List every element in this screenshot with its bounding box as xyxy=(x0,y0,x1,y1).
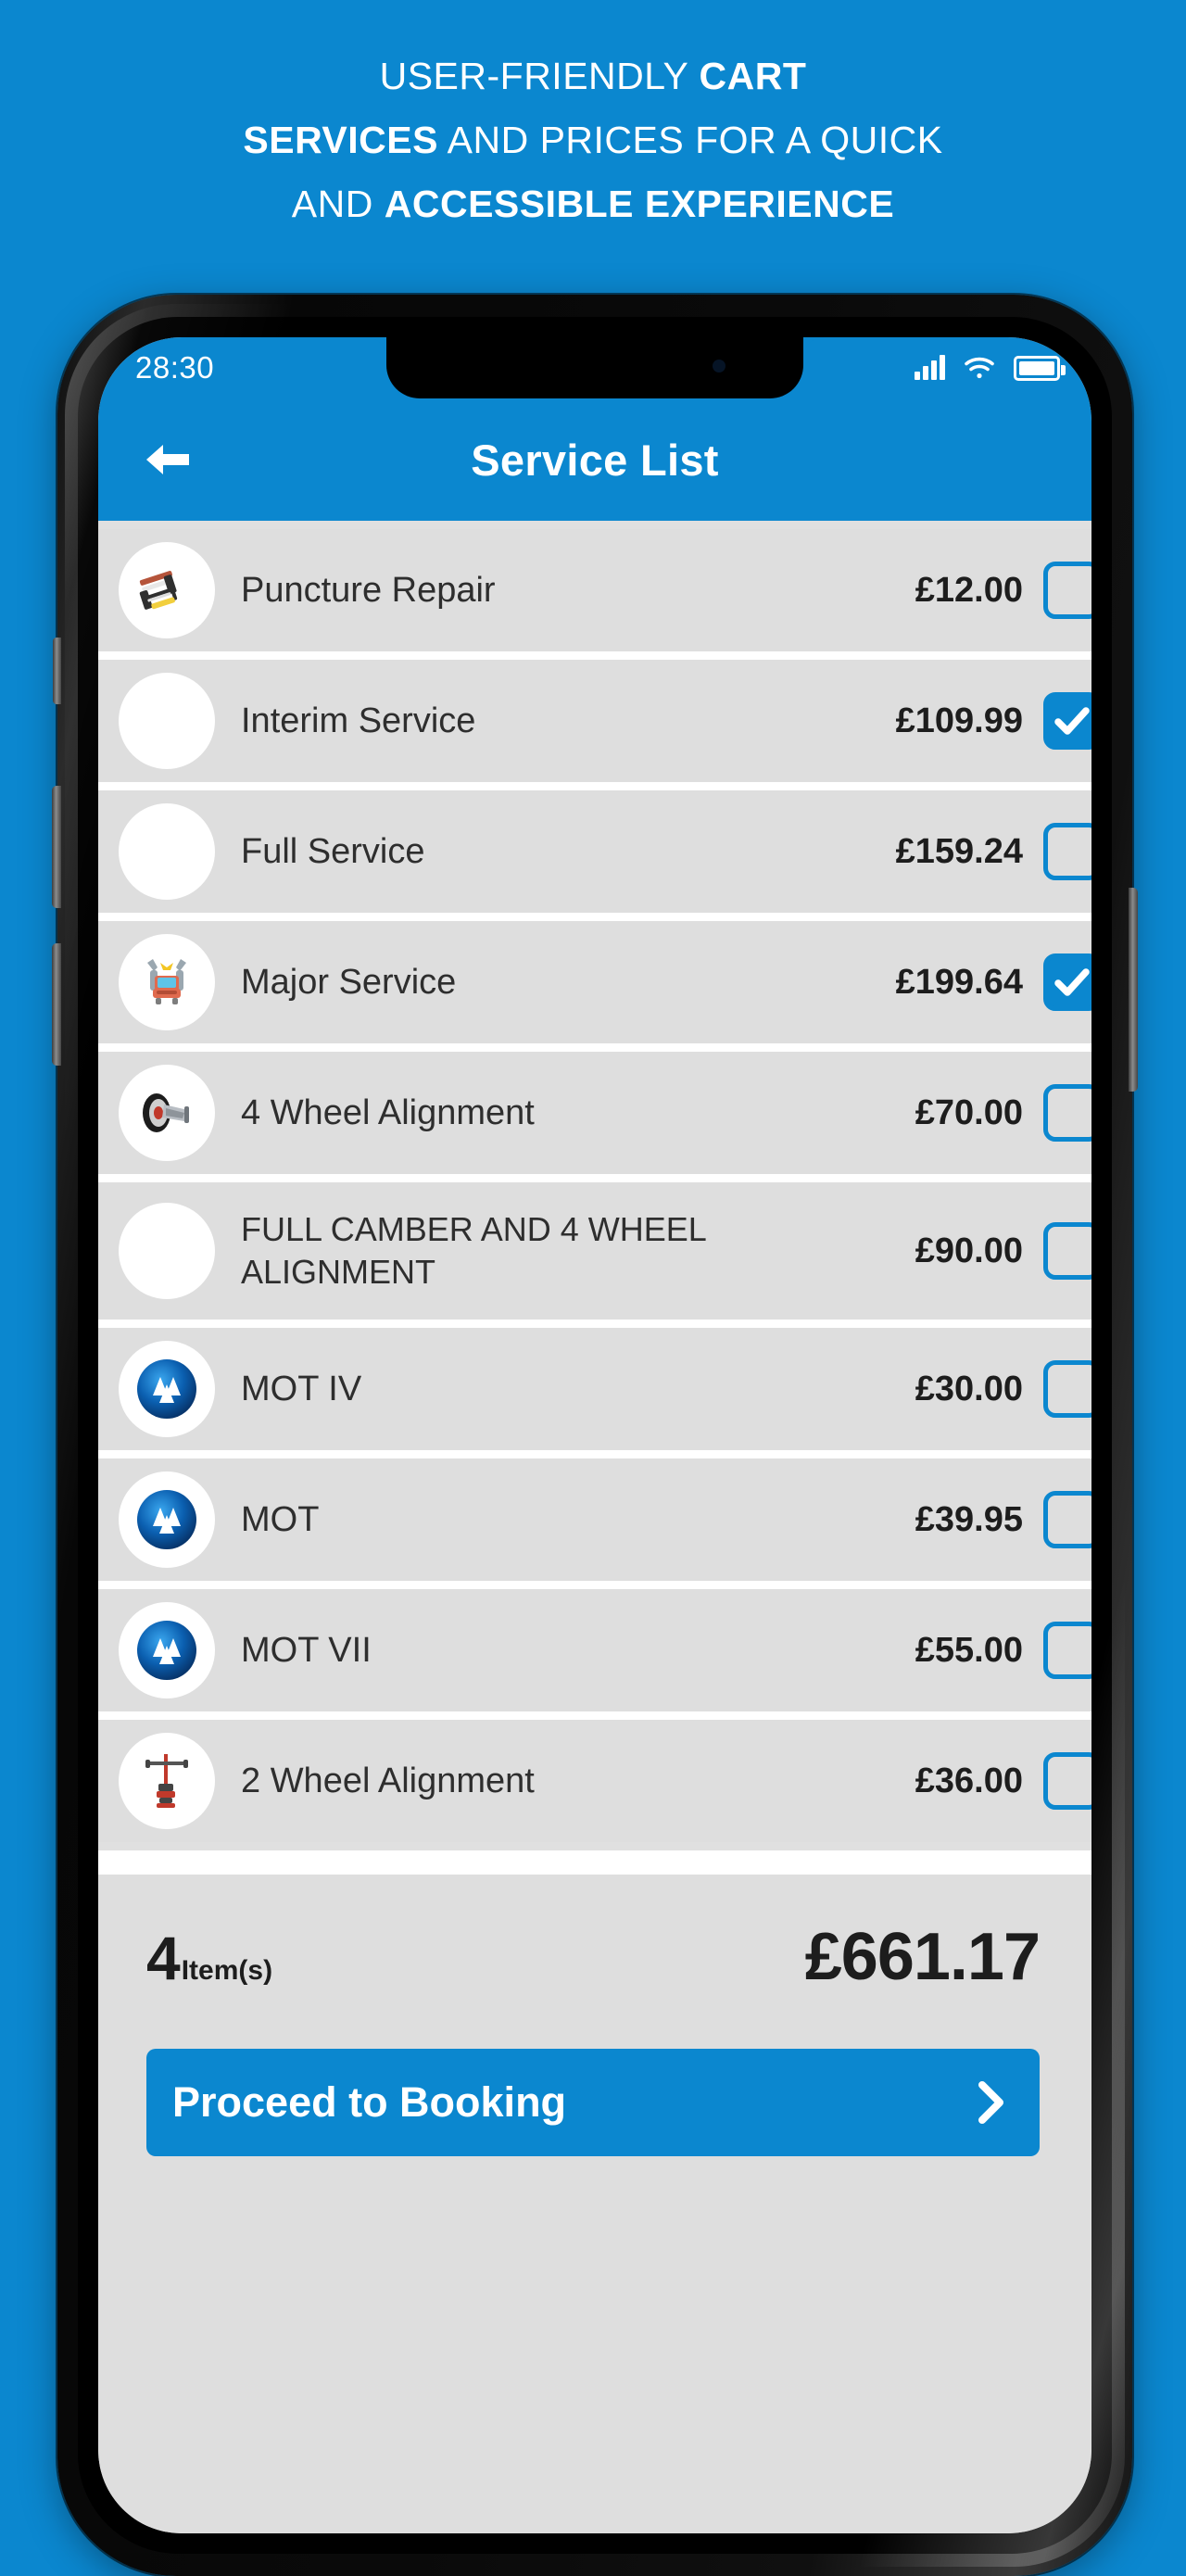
table-row[interactable]: MOT VII £55.00 xyxy=(98,1589,1091,1711)
promo-line-1-bold: CART xyxy=(699,55,807,97)
service-name: Interim Service xyxy=(241,701,476,740)
cart-totals: 4 Item(s) £661.17 xyxy=(98,1875,1091,1995)
service-price: £70.00 xyxy=(915,1092,1023,1132)
table-row[interactable]: Puncture Repair £12.00 xyxy=(98,529,1091,651)
grand-total: £661.17 xyxy=(804,1920,1041,1994)
item-count-group: 4 Item(s) xyxy=(146,1927,272,1989)
table-row[interactable]: Interim Service £109.99 xyxy=(98,660,1091,782)
service-name: Major Service xyxy=(241,963,457,1002)
service-checkbox[interactable] xyxy=(1043,1622,1091,1679)
service-name: MOT xyxy=(241,1500,320,1539)
puncture-repair-kit-icon xyxy=(119,542,215,638)
service-price: £12.00 xyxy=(915,570,1023,610)
service-checkbox[interactable] xyxy=(1043,1084,1091,1142)
mute-switch-button[interactable] xyxy=(53,638,61,704)
service-list[interactable]: Puncture Repair £12.00 Interim Service £… xyxy=(98,529,1091,1842)
list-footer-divider xyxy=(98,1850,1091,1875)
service-checkbox[interactable] xyxy=(1043,953,1091,1011)
mot-logo-icon xyxy=(119,1602,215,1698)
alignment-rig-icon xyxy=(119,1733,215,1829)
table-row[interactable]: 2 Wheel Alignment £36.00 xyxy=(98,1720,1091,1842)
promo-line-3-plain: AND xyxy=(291,183,385,225)
service-name: 4 Wheel Alignment xyxy=(241,1093,535,1132)
volume-down-button[interactable] xyxy=(52,943,61,1066)
service-checkbox[interactable] xyxy=(1043,692,1091,750)
table-row[interactable]: MOT IV £30.00 xyxy=(98,1328,1091,1450)
service-checkbox[interactable] xyxy=(1043,823,1091,880)
promo-line-2: SERVICES AND PRICES FOR A QUICK xyxy=(0,108,1186,172)
service-name: Puncture Repair xyxy=(241,571,496,610)
service-checkbox[interactable] xyxy=(1043,1752,1091,1810)
service-price: £90.00 xyxy=(915,1231,1023,1270)
service-checkbox[interactable] xyxy=(1043,1222,1091,1280)
phone-screen: 28:30 Service List Puncture Repair £12.0… xyxy=(98,337,1091,2533)
wifi-icon xyxy=(964,356,995,380)
cart-footer: 4 Item(s) £661.17 Proceed to Booking xyxy=(98,1875,1091,2533)
mot-logo-icon xyxy=(119,1471,215,1568)
table-row[interactable]: Major Service £199.64 xyxy=(98,921,1091,1043)
item-count: 4 xyxy=(146,1924,181,1992)
mot-logo-icon xyxy=(119,1341,215,1437)
phone-mockup: 28:30 Service List Puncture Repair £12.0… xyxy=(52,295,1138,2576)
table-row[interactable]: FULL CAMBER AND 4 WHEEL ALIGNMENT £90.00 xyxy=(98,1182,1091,1320)
service-price: £55.00 xyxy=(915,1630,1023,1670)
service-name: FULL CAMBER AND 4 WHEEL ALIGNMENT xyxy=(241,1210,706,1291)
power-button[interactable] xyxy=(1129,888,1138,1092)
status-bar-time: 28:30 xyxy=(135,350,215,385)
front-camera-icon xyxy=(713,360,725,373)
promo-line-3: AND ACCESSIBLE EXPERIENCE xyxy=(0,172,1186,236)
service-price: £199.64 xyxy=(895,962,1023,1002)
service-price: £39.95 xyxy=(915,1499,1023,1539)
back-arrow-icon[interactable] xyxy=(141,439,193,480)
item-count-label: Item(s) xyxy=(181,1955,273,1986)
volume-up-button[interactable] xyxy=(52,786,61,908)
app-bar: Service List xyxy=(98,398,1091,521)
service-price: £159.24 xyxy=(895,831,1023,871)
blank-icon xyxy=(119,803,215,900)
phone-notch xyxy=(366,337,824,398)
promo-line-2-bold: SERVICES xyxy=(243,119,438,161)
table-row[interactable]: MOT £39.95 xyxy=(98,1458,1091,1581)
service-name: MOT VII xyxy=(241,1631,372,1670)
service-name: MOT IV xyxy=(241,1370,362,1408)
blank-icon xyxy=(119,1203,215,1299)
battery-full-icon xyxy=(1014,355,1066,381)
service-checkbox[interactable] xyxy=(1043,1491,1091,1548)
service-price: £36.00 xyxy=(915,1761,1023,1800)
promo-line-2-plain: AND PRICES FOR A QUICK xyxy=(437,119,943,161)
proceed-to-booking-button[interactable]: Proceed to Booking xyxy=(146,2049,1040,2156)
service-checkbox[interactable] xyxy=(1043,1360,1091,1418)
service-price: £109.99 xyxy=(895,701,1023,740)
car-wrench-icon xyxy=(119,934,215,1030)
service-price: £30.00 xyxy=(915,1369,1023,1408)
promo-line-3-bold: ACCESSIBLE EXPERIENCE xyxy=(384,183,895,225)
chevron-right-icon xyxy=(975,2080,1006,2125)
service-checkbox[interactable] xyxy=(1043,562,1091,619)
signal-bars-icon xyxy=(915,355,945,380)
service-name: 2 Wheel Alignment xyxy=(241,1762,535,1800)
promo-line-1-plain: USER-FRIENDLY xyxy=(379,55,700,97)
service-name: Full Service xyxy=(241,832,425,871)
wheel-alignment-icon xyxy=(119,1065,215,1161)
promo-header: USER-FRIENDLY CART SERVICES AND PRICES F… xyxy=(0,44,1186,236)
blank-icon xyxy=(119,673,215,769)
page-title: Service List xyxy=(471,435,719,485)
table-row[interactable]: Full Service £159.24 xyxy=(98,790,1091,913)
promo-line-1: USER-FRIENDLY CART xyxy=(0,44,1186,108)
proceed-to-booking-label: Proceed to Booking xyxy=(172,2078,567,2126)
table-row[interactable]: 4 Wheel Alignment £70.00 xyxy=(98,1052,1091,1174)
